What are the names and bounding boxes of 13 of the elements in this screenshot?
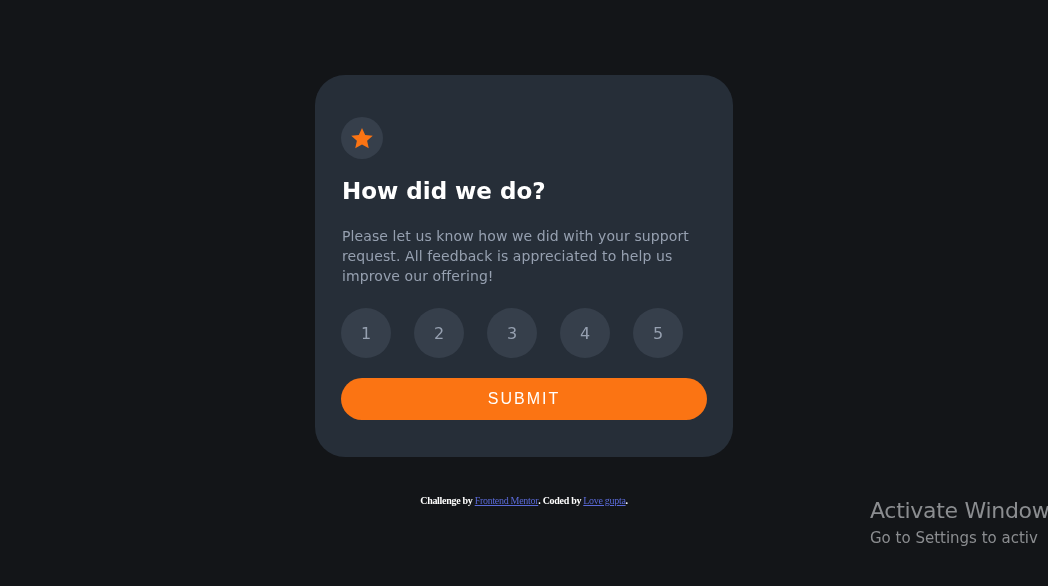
activation-title: Activate Window — [870, 497, 1048, 525]
rating-button[interactable]: 3 — [487, 308, 537, 358]
card-title: How did we do? — [342, 177, 547, 206]
rating-button[interactable]: 5 — [633, 308, 683, 358]
submit-button[interactable]: SUBMIT — [341, 378, 707, 420]
rating-button[interactable]: 2 — [414, 308, 464, 358]
attribution-link[interactable]: Love gupta — [583, 495, 626, 506]
card-description: Please let us know how we did with your support request. All feedback is appreciated to help us improve our offering! — [342, 227, 690, 286]
rating-button[interactable]: 1 — [341, 308, 391, 358]
attribution-text: Challenge by Frontend Mentor. Coded by Love gupta. — [420, 495, 628, 506]
activation-subtitle: Go to Settings to activ — [870, 528, 1039, 548]
star-badge-icon — [341, 117, 383, 159]
rating-button[interactable]: 4 — [560, 308, 610, 358]
